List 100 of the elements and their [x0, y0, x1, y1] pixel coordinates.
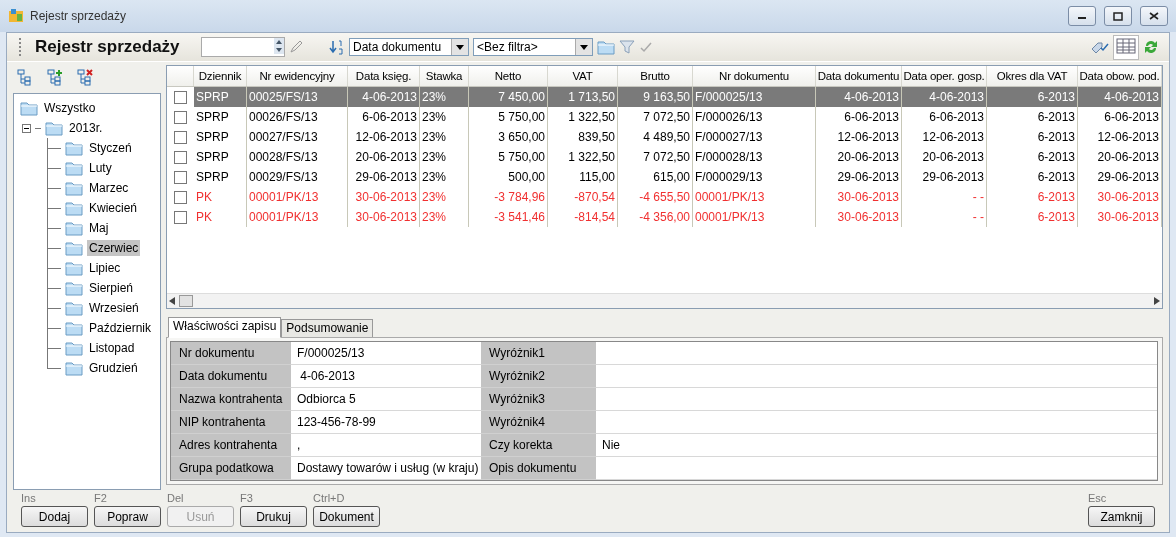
shortcut-hint: Esc — [1088, 492, 1108, 505]
column-header[interactable]: Dziennik — [194, 66, 247, 86]
folder-icon — [65, 260, 83, 276]
row-checkbox[interactable] — [174, 190, 187, 204]
row-checkbox[interactable] — [174, 130, 187, 144]
table-cell: 4-06-2013 — [902, 87, 987, 107]
column-header[interactable]: Netto — [469, 66, 548, 86]
table-cell: 12-06-2013 — [902, 127, 987, 147]
table-cell: 29-06-2013 — [1078, 167, 1162, 187]
table-cell: 6-2013 — [987, 87, 1078, 107]
number-field[interactable] — [201, 37, 285, 57]
column-header[interactable]: Data dokumentu — [816, 66, 902, 86]
column-header[interactable]: VAT — [548, 66, 618, 86]
tree-item[interactable]: Maj — [87, 220, 111, 236]
tree-item[interactable]: Wrzesień — [87, 300, 141, 316]
table-cell: 6-06-2013 — [348, 107, 420, 127]
folder-icon — [20, 100, 38, 116]
collapse-icon[interactable] — [22, 123, 31, 133]
table-cell: 30-06-2013 — [348, 187, 420, 207]
table-cell: 5 750,00 — [469, 107, 548, 127]
folder-icon — [65, 220, 83, 236]
tree-item[interactable]: 2013r. — [67, 120, 105, 136]
row-checkbox[interactable] — [174, 210, 187, 224]
checkmark-icon[interactable] — [639, 40, 653, 54]
action-button[interactable]: Popraw — [94, 506, 161, 527]
tree-item[interactable]: Kwiecień — [87, 200, 140, 216]
close-button[interactable] — [1140, 6, 1168, 26]
table-cell: 23% — [420, 147, 469, 167]
tag-check-icon[interactable] — [1091, 39, 1109, 55]
column-header[interactable]: Data obow. pod. — [1078, 66, 1162, 86]
table-cell: 30-06-2013 — [348, 207, 420, 227]
window-title: Rejestr sprzedaży — [30, 9, 128, 23]
table-cell: - - — [902, 207, 987, 227]
horizontal-scrollbar[interactable] — [167, 293, 1162, 308]
tree-structure-icon[interactable] — [17, 69, 33, 86]
column-header[interactable]: Nr ewidencyjny — [247, 66, 348, 86]
action-button[interactable]: Drukuj — [240, 506, 307, 527]
folder-icon — [65, 140, 83, 156]
table-row[interactable]: SPRP 00028/FS/13 20-06-2013 23% 5 750,00 1 322,50 7 072,50 F/000028/13 20-06-2013 20-06-2013 6-2013 20-06-2013 — [167, 147, 1162, 167]
row-checkbox[interactable] — [174, 90, 187, 104]
tab[interactable]: Podsumowanie — [281, 319, 374, 337]
tree-item[interactable]: Lipiec — [87, 260, 123, 276]
tree-item[interactable]: Grudzień — [87, 360, 140, 376]
column-header[interactable]: Brutto — [618, 66, 693, 86]
tree-item[interactable]: Listopad — [87, 340, 137, 356]
row-checkbox[interactable] — [174, 150, 187, 164]
scroll-right-icon[interactable] — [1154, 297, 1160, 305]
column-header[interactable]: Stawka — [420, 66, 469, 86]
action-button[interactable]: Dokument — [313, 506, 380, 527]
column-header[interactable]: Data oper. gosp. — [902, 66, 987, 86]
filter-dropdown[interactable]: <Bez filtra> — [473, 38, 593, 56]
minimize-button[interactable] — [1068, 6, 1096, 26]
table-cell: 00001/PK/13 — [247, 207, 348, 227]
table-cell: 12-06-2013 — [348, 127, 420, 147]
table-row[interactable]: SPRP 00029/FS/13 29-06-2013 23% 500,00 115,00 615,00 F/000029/13 29-06-2013 29-06-2013 6-2013 29-06-2013 — [167, 167, 1162, 187]
table-row[interactable]: SPRP 00026/FS/13 6-06-2013 23% 5 750,00 1 322,50 7 072,50 F/000026/13 6-06-2013 6-06-2013 6-2013 6-06-2013 — [167, 107, 1162, 127]
folder-icon — [65, 160, 83, 176]
table-cell: -870,54 — [548, 187, 618, 207]
table-cell: 1 322,50 — [548, 107, 618, 127]
table-cell: 00028/FS/13 — [247, 147, 348, 167]
table-row[interactable]: PK 00001/PK/13 30-06-2013 23% -3 541,46 -814,54 -4 356,00 00001/PK/13 30-06-2013 - - 6-2013 30-06-2013 — [167, 207, 1162, 227]
tree-item[interactable]: Sierpień — [87, 280, 136, 296]
tree-item[interactable]: Styczeń — [87, 140, 134, 156]
table-row[interactable]: SPRP 00025/FS/13 4-06-2013 23% 7 450,00 1 713,50 9 163,50 F/000025/13 4-06-2013 4-06-2013 6-2013 4-06-2013 — [167, 87, 1162, 107]
tree-item[interactable]: Marzec — [87, 180, 131, 196]
tree-delete-icon[interactable] — [77, 69, 93, 86]
property-label: Wyróżnik3 — [481, 388, 596, 411]
dropdown-arrow-icon — [580, 44, 588, 50]
column-header[interactable]: Nr dokumentu — [693, 66, 816, 86]
table-cell: 00001/PK/13 — [247, 187, 348, 207]
sort-dropdown[interactable]: Data dokumentu — [349, 38, 469, 56]
table-cell: -3 784,96 — [469, 187, 548, 207]
row-checkbox[interactable] — [174, 170, 187, 184]
refresh-icon[interactable] — [1143, 38, 1159, 56]
folder-icon — [45, 120, 63, 136]
tree-item[interactable]: Październik — [87, 320, 154, 336]
table-row[interactable]: PK 00001/PK/13 30-06-2013 23% -3 784,96 -870,54 -4 655,50 00001/PK/13 30-06-2013 - - 6-2013 30-06-2013 — [167, 187, 1162, 207]
property-label: Nazwa kontrahenta — [171, 388, 291, 411]
column-header[interactable]: Data księg. — [348, 66, 420, 86]
tree-item[interactable]: Wszystko — [42, 100, 98, 116]
table-cell: 6-2013 — [987, 167, 1078, 187]
action-button[interactable]: Dodaj — [21, 506, 88, 527]
pencil-icon[interactable] — [289, 40, 303, 54]
row-checkbox[interactable] — [174, 110, 187, 124]
column-header[interactable]: Okres dla VAT — [987, 66, 1078, 86]
table-row[interactable]: SPRP 00027/FS/13 12-06-2013 23% 3 650,00 839,50 4 489,50 F/000027/13 12-06-2013 12-06-2013 6-2013 12-06-2013 — [167, 127, 1162, 147]
tree-add-icon[interactable] — [47, 69, 63, 86]
tab[interactable]: Właściwości zapisu — [168, 317, 282, 338]
grid-view-icon[interactable] — [1116, 37, 1136, 54]
scrollbar-thumb[interactable] — [179, 295, 193, 307]
scroll-left-icon[interactable] — [169, 297, 175, 305]
tree-item[interactable]: Czerwiec — [87, 240, 141, 256]
maximize-button[interactable] — [1104, 6, 1132, 26]
tree-item[interactable]: Luty — [87, 160, 114, 176]
shortcut-hint: Ctrl+D — [313, 492, 346, 505]
table-cell: F/000029/13 — [693, 167, 816, 187]
table-cell: 615,00 — [618, 167, 693, 187]
property-label: Data dokumentu — [171, 365, 291, 388]
sort-icon[interactable] — [329, 39, 345, 55]
close-button[interactable]: Zamknij — [1088, 506, 1155, 527]
